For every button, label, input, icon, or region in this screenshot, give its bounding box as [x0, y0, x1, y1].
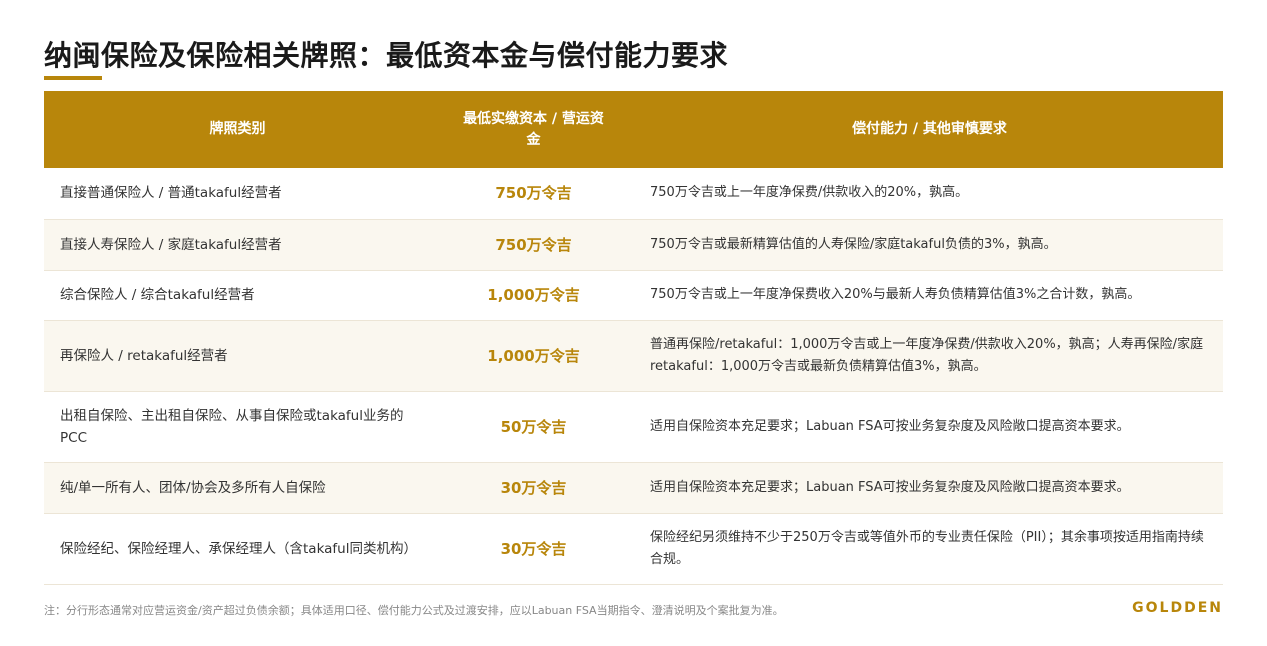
table-row: 出租自保险、主出租自保险、从事自保险或takaful业务的PCC 50万令吉 适… [44, 391, 1223, 463]
cell-category: 直接人寿保险人 / 家庭takaful经营者 [44, 219, 431, 271]
cell-requirement: 750万令吉或上一年度净保费/供款收入的20%，孰高。 [636, 168, 1223, 220]
requirements-table-container: 牌照类别 最低实缴资本 / 营运资金 偿付能力 / 其他审慎要求 直接普通保险人… [44, 91, 1223, 585]
cell-capital: 30万令吉 [431, 513, 636, 585]
cell-capital: 30万令吉 [431, 462, 636, 514]
cell-capital: 1,000万令吉 [431, 270, 636, 321]
cell-requirement: 适用自保险资本充足要求；Labuan FSA可按业务复杂度及风险敞口提高资本要求… [636, 391, 1223, 463]
requirements-table: 牌照类别 最低实缴资本 / 营运资金 偿付能力 / 其他审慎要求 直接普通保险人… [44, 91, 1223, 585]
header-capital: 最低实缴资本 / 营运资金 [431, 91, 636, 168]
cell-capital: 50万令吉 [431, 391, 636, 463]
table-row: 再保险人 / retakaful经营者 1,000万令吉 普通再保险/retak… [44, 320, 1223, 392]
cell-capital: 750万令吉 [431, 219, 636, 271]
cell-category: 直接普通保险人 / 普通takaful经营者 [44, 168, 431, 220]
table-row: 直接人寿保险人 / 家庭takaful经营者 750万令吉 750万令吉或最新精… [44, 219, 1223, 271]
table-header: 牌照类别 最低实缴资本 / 营运资金 偿付能力 / 其他审慎要求 [44, 91, 1223, 168]
cell-requirement: 750万令吉或最新精算估值的人寿保险/家庭takaful负债的3%，孰高。 [636, 219, 1223, 271]
header-category: 牌照类别 [44, 91, 431, 168]
cell-category: 再保险人 / retakaful经营者 [44, 320, 431, 392]
cell-category: 纯/单一所有人、团体/协会及多所有人自保险 [44, 462, 431, 514]
cell-requirement: 750万令吉或上一年度净保费收入20%与最新人寿负债精算估值3%之合计数，孰高。 [636, 270, 1223, 321]
table-body: 直接普通保险人 / 普通takaful经营者 750万令吉 750万令吉或上一年… [44, 168, 1223, 585]
cell-category: 综合保险人 / 综合takaful经营者 [44, 270, 431, 321]
cell-requirement: 保险经纪另须维持不少于250万令吉或等值外币的专业责任保险（PII）；其余事项按… [636, 513, 1223, 585]
cell-capital: 1,000万令吉 [431, 320, 636, 392]
table-row: 直接普通保险人 / 普通takaful经营者 750万令吉 750万令吉或上一年… [44, 168, 1223, 220]
header-requirement: 偿付能力 / 其他审慎要求 [636, 91, 1223, 168]
cell-category: 保险经纪、保险经理人、承保经理人（含takaful同类机构） [44, 513, 431, 585]
table-row: 综合保险人 / 综合takaful经营者 1,000万令吉 750万令吉或上一年… [44, 270, 1223, 321]
header-row: 牌照类别 最低实缴资本 / 营运资金 偿付能力 / 其他审慎要求 [44, 91, 1223, 168]
footnote: 注：分行形态通常对应营运资金/资产超过负债余额；具体适用口径、偿付能力公式及过渡… [44, 604, 784, 617]
cell-requirement: 普通再保险/retakaful：1,000万令吉或上一年度净保费/供款收入20%… [636, 320, 1223, 392]
title-underline [44, 76, 102, 80]
page-title: 纳闽保险及保险相关牌照：最低资本金与偿付能力要求 [44, 39, 729, 72]
brand-logo: GOLDDEN [1132, 600, 1223, 616]
table-row: 保险经纪、保险经理人、承保经理人（含takaful同类机构） 30万令吉 保险经… [44, 513, 1223, 585]
table-row: 纯/单一所有人、团体/协会及多所有人自保险 30万令吉 适用自保险资本充足要求；… [44, 462, 1223, 514]
cell-capital: 750万令吉 [431, 168, 636, 220]
cell-category: 出租自保险、主出租自保险、从事自保险或takaful业务的PCC [44, 391, 431, 463]
cell-requirement: 适用自保险资本充足要求；Labuan FSA可按业务复杂度及风险敞口提高资本要求… [636, 462, 1223, 514]
